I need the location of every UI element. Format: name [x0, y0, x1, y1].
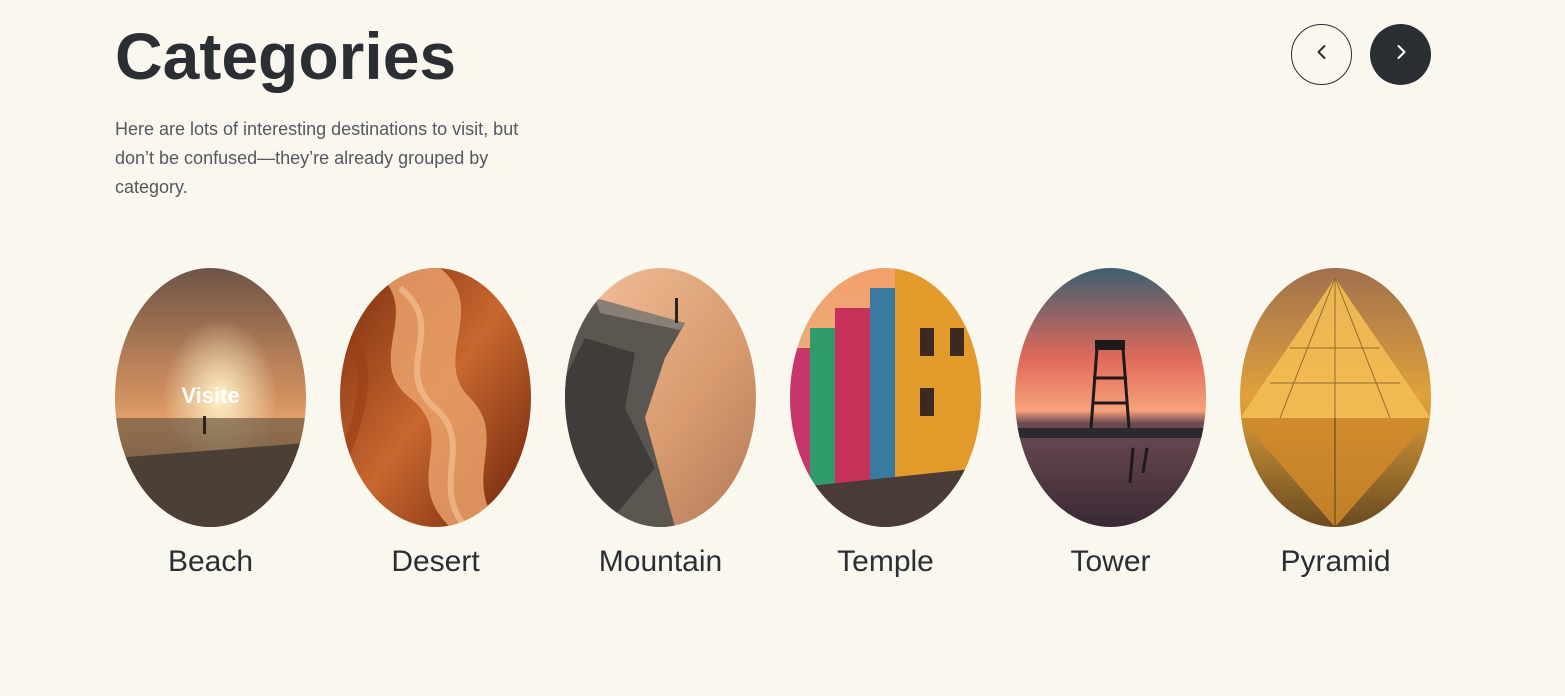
category-image-pyramid: [1240, 268, 1431, 527]
category-card-desert[interactable]: Desert: [340, 268, 531, 579]
visit-overlay: Visite: [181, 383, 240, 408]
category-image-beach: Visite: [115, 268, 306, 527]
chevron-left-icon: [1312, 42, 1332, 67]
category-image-desert: [340, 268, 531, 527]
category-label: Temple: [837, 545, 934, 578]
category-card-temple[interactable]: Temple: [790, 268, 981, 579]
category-label: Mountain: [598, 545, 723, 578]
chevron-right-icon: [1391, 42, 1411, 67]
category-card-beach[interactable]: Visite Beach: [115, 268, 306, 579]
page-description: Here are lots of interesting destination…: [115, 119, 519, 197]
category-image-temple: [790, 268, 981, 527]
category-label: Pyramid: [1280, 545, 1391, 578]
category-card-pyramid[interactable]: Pyramid: [1240, 268, 1431, 579]
category-label: Beach: [167, 545, 254, 578]
category-image-tower: [1015, 268, 1206, 527]
category-label: Tower: [1070, 545, 1151, 578]
category-card-mountain[interactable]: Mountain: [565, 268, 756, 579]
category-image-mountain: [565, 268, 756, 527]
next-button[interactable]: [1370, 24, 1431, 85]
previous-button[interactable]: [1291, 24, 1352, 85]
category-card-tower[interactable]: Tower: [1015, 268, 1206, 579]
category-label: Desert: [391, 545, 480, 578]
page-title: Categories: [115, 19, 457, 93]
